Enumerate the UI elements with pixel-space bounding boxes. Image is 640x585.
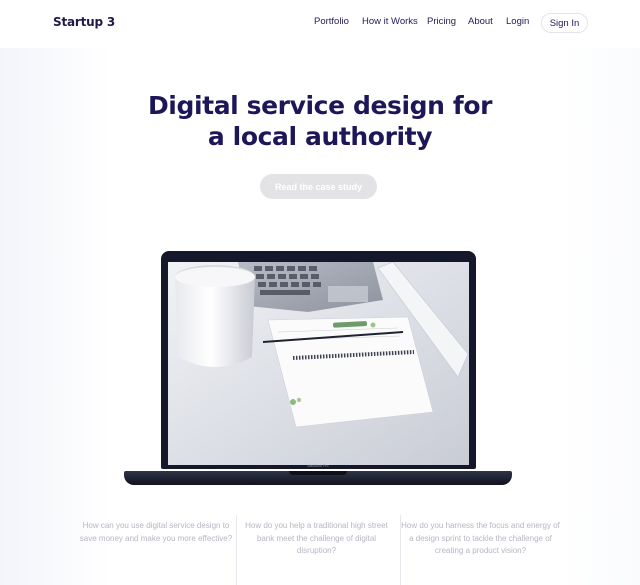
laptop-image: MacBook Pro [124,250,512,486]
feature-item: How do you harness the focus and energy … [400,515,560,585]
features-row: How can you use digital service design t… [76,515,572,585]
sign-in-button[interactable]: Sign In [541,13,588,33]
read-case-study-button[interactable]: Read the case study [260,174,377,199]
feature-text: How do you harness the focus and energy … [401,521,560,555]
hero-title-line-2: a local authority [207,122,433,151]
feature-item: How do you help a traditional high stree… [236,515,396,585]
feature-text: How do you help a traditional high stree… [245,521,388,555]
desk-photo-illustration [168,262,469,465]
feature-text: How can you use digital service design t… [79,521,233,543]
hero-title: Digital service design for a local autho… [0,90,640,152]
brand-logo[interactable]: Startup 3 [53,15,115,29]
hero-title-line-1: Digital service design for [147,91,493,120]
laptop-notch [289,471,347,475]
nav-link-login[interactable]: Login [506,16,529,27]
nav-link-pricing[interactable]: Pricing [427,16,456,27]
feature-item: How can you use digital service design t… [76,515,236,585]
laptop-model-label: MacBook Pro [307,464,329,468]
nav-link-about[interactable]: About [468,16,493,27]
navbar: Startup 3 Portfolio How it Works Pricing… [0,0,640,48]
nav-link-how-it-works[interactable]: How it Works [362,16,418,27]
nav-link-portfolio[interactable]: Portfolio [314,16,349,27]
laptop-screen-photo [168,262,469,465]
